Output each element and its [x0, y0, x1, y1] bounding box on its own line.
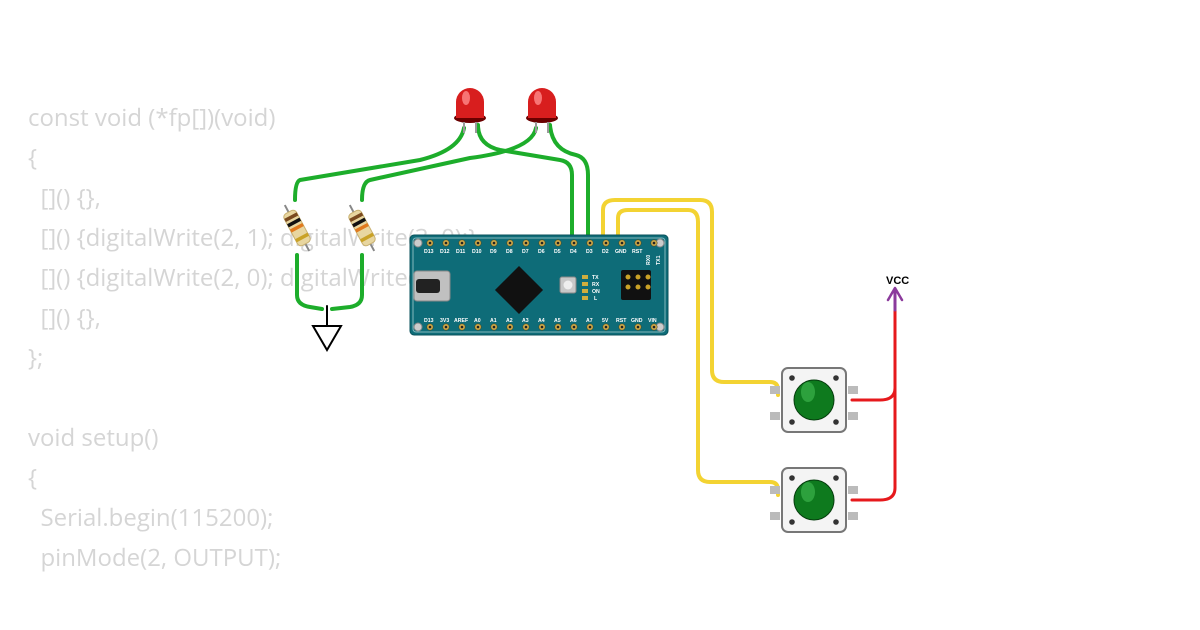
svg-text:A1: A1: [490, 318, 497, 324]
wire-btn1-vcc: [852, 310, 895, 400]
resistor-2[interactable]: [344, 202, 381, 254]
ground-symbol: [313, 326, 341, 350]
svg-text:D7: D7: [522, 249, 529, 255]
svg-text:D13: D13: [424, 318, 434, 324]
svg-text:3V3: 3V3: [440, 318, 449, 324]
svg-text:TX: TX: [592, 275, 599, 281]
svg-text:A6: A6: [570, 318, 577, 324]
resistor-1[interactable]: [279, 202, 316, 254]
svg-text:D11: D11: [456, 249, 465, 255]
svg-text:D8: D8: [506, 249, 513, 255]
led-2[interactable]: [526, 88, 558, 133]
wire-led2-to-d2: [550, 125, 588, 237]
svg-text:D6: D6: [538, 249, 545, 255]
svg-text:A7: A7: [586, 318, 593, 324]
svg-text:RX: RX: [592, 282, 600, 288]
svg-text:A2: A2: [506, 318, 513, 324]
svg-text:D12: D12: [440, 249, 450, 255]
svg-text:ON: ON: [592, 289, 600, 295]
svg-text:A5: A5: [554, 318, 561, 324]
wire-r1-gnd: [297, 255, 322, 309]
nano-bottom-pins: [427, 324, 657, 330]
arduino-nano[interactable]: D13 D12 D11 D10 D9 D8 D7 D6 D5 D4 D3 D2 …: [410, 235, 668, 335]
circuit-canvas: VCC: [0, 0, 1200, 630]
led-1[interactable]: [454, 88, 486, 133]
svg-text:RST: RST: [616, 318, 627, 324]
nano-bottom-labels: D13 3V3 AREF A0 A1 A2 A3 A4 A5 A6 A7 5V …: [424, 318, 657, 324]
svg-text:D5: D5: [554, 249, 561, 255]
svg-text:D4: D4: [570, 249, 577, 255]
svg-text:A0: A0: [474, 318, 481, 324]
pushbutton-2[interactable]: [770, 468, 858, 532]
wire-btn2-vcc: [852, 310, 895, 500]
svg-text:5V: 5V: [602, 318, 609, 324]
svg-text:GND: GND: [615, 249, 627, 255]
svg-text:RX0: RX0: [646, 255, 652, 265]
svg-text:GND: GND: [631, 318, 643, 324]
vcc-label: VCC: [886, 275, 909, 287]
svg-text:D3: D3: [586, 249, 593, 255]
svg-text:A4: A4: [538, 318, 545, 324]
svg-text:D13: D13: [424, 249, 434, 255]
svg-text:VIN: VIN: [648, 318, 657, 324]
svg-text:A3: A3: [522, 318, 529, 324]
svg-text:D2: D2: [602, 249, 609, 255]
pushbutton-1[interactable]: [770, 368, 858, 432]
svg-text:D9: D9: [490, 249, 497, 255]
svg-text:RST: RST: [632, 249, 643, 255]
svg-text:D10: D10: [472, 249, 482, 255]
wire-r2-gnd: [332, 255, 362, 309]
svg-text:TX1: TX1: [656, 255, 662, 265]
svg-text:AREF: AREF: [454, 318, 468, 324]
nano-top-pins: [427, 240, 657, 246]
